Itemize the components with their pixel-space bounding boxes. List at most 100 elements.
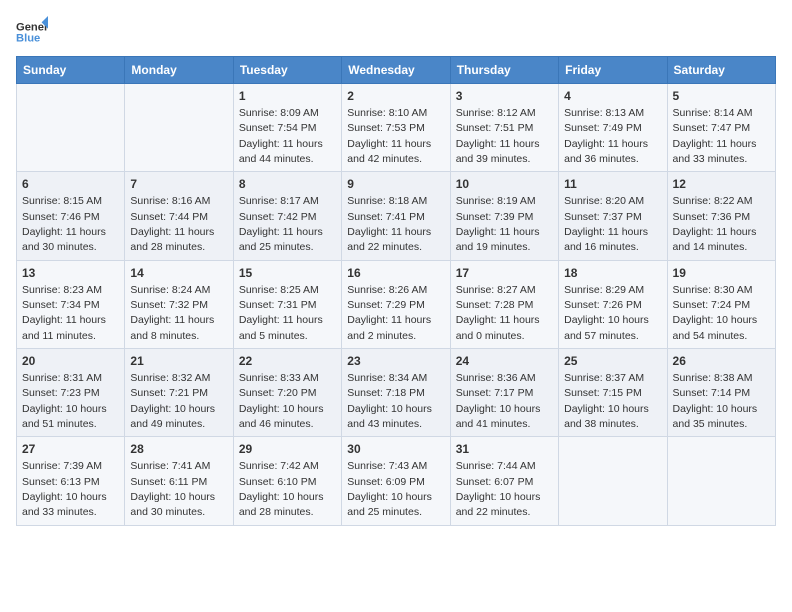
day-info: Sunrise: 8:20 AM Sunset: 7:37 PM Dayligh… [564,195,648,253]
day-number: 15 [239,265,336,282]
day-cell: 16 Sunrise: 8:26 AM Sunset: 7:29 PM Dayli… [342,260,450,348]
day-cell: 17 Sunrise: 8:27 AM Sunset: 7:28 PM Dayli… [450,260,558,348]
day-cell: 25 Sunrise: 8:37 AM Sunset: 7:15 PM Dayli… [559,349,667,437]
day-info: Sunrise: 8:24 AM Sunset: 7:32 PM Dayligh… [130,284,214,342]
day-info: Sunrise: 8:26 AM Sunset: 7:29 PM Dayligh… [347,284,431,342]
day-cell: 20 Sunrise: 8:31 AM Sunset: 7:23 PM Dayli… [17,349,125,437]
day-cell [125,84,233,172]
day-number: 30 [347,441,444,458]
day-number: 21 [130,353,227,370]
column-header-monday: Monday [125,57,233,84]
day-number: 18 [564,265,661,282]
day-cell: 21 Sunrise: 8:32 AM Sunset: 7:21 PM Dayli… [125,349,233,437]
day-cell: 14 Sunrise: 8:24 AM Sunset: 7:32 PM Dayli… [125,260,233,348]
week-row-4: 20 Sunrise: 8:31 AM Sunset: 7:23 PM Dayli… [17,349,776,437]
day-cell: 24Sunrise: 8:36 AM Sunset: 7:17 PM Dayli… [450,349,558,437]
header: General Blue [16,16,776,48]
day-number: 27 [22,441,119,458]
day-cell: 27 Sunrise: 7:39 AM Sunset: 6:13 PM Dayli… [17,437,125,525]
day-cell: 9 Sunrise: 8:18 AM Sunset: 7:41 PM Daylig… [342,172,450,260]
day-cell: 1Sunrise: 8:09 AM Sunset: 7:54 PM Daylig… [233,84,341,172]
day-number: 23 [347,353,444,370]
day-number: 9 [347,176,444,193]
day-cell: 23 Sunrise: 8:34 AM Sunset: 7:18 PM Dayli… [342,349,450,437]
day-info: Sunrise: 8:22 AM Sunset: 7:36 PM Dayligh… [673,195,757,253]
day-number: 20 [22,353,119,370]
day-cell [667,437,775,525]
day-cell: 28 Sunrise: 7:41 AM Sunset: 6:11 PM Dayli… [125,437,233,525]
day-cell: 13 Sunrise: 8:23 AM Sunset: 7:34 PM Dayli… [17,260,125,348]
calendar-table: SundayMondayTuesdayWednesdayThursdayFrid… [16,56,776,526]
column-header-saturday: Saturday [667,57,775,84]
day-cell: 10 Sunrise: 8:19 AM Sunset: 7:39 PM Dayli… [450,172,558,260]
day-info: Sunrise: 8:29 AM Sunset: 7:26 PM Dayligh… [564,284,649,342]
column-header-tuesday: Tuesday [233,57,341,84]
day-number: 4 [564,88,661,105]
day-number: 13 [22,265,119,282]
day-number: 17 [456,265,553,282]
day-cell [559,437,667,525]
logo: General Blue [16,16,52,48]
day-info: Sunrise: 8:23 AM Sunset: 7:34 PM Dayligh… [22,284,106,342]
day-number: 10 [456,176,553,193]
day-info: Sunrise: 8:37 AM Sunset: 7:15 PM Dayligh… [564,372,649,430]
day-info: Sunrise: 8:14 AM Sunset: 7:47 PM Dayligh… [673,107,757,165]
day-number: 26 [673,353,770,370]
day-info: Sunrise: 8:33 AM Sunset: 7:20 PM Dayligh… [239,372,324,430]
day-info: Sunrise: 8:13 AM Sunset: 7:49 PM Dayligh… [564,107,648,165]
day-cell: 12 Sunrise: 8:22 AM Sunset: 7:36 PM Dayli… [667,172,775,260]
day-number: 25 [564,353,661,370]
day-info: Sunrise: 7:42 AM Sunset: 6:10 PM Dayligh… [239,460,324,518]
day-info: Sunrise: 8:18 AM Sunset: 7:41 PM Dayligh… [347,195,431,253]
day-number: 29 [239,441,336,458]
day-info: Sunrise: 7:43 AM Sunset: 6:09 PM Dayligh… [347,460,432,518]
day-info: Sunrise: 8:34 AM Sunset: 7:18 PM Dayligh… [347,372,432,430]
day-cell: 7Sunrise: 8:16 AM Sunset: 7:44 PM Daylig… [125,172,233,260]
day-info: Sunrise: 8:19 AM Sunset: 7:39 PM Dayligh… [456,195,540,253]
day-number: 3 [456,88,553,105]
day-cell: 5 Sunrise: 8:14 AM Sunset: 7:47 PM Daylig… [667,84,775,172]
week-row-1: 1Sunrise: 8:09 AM Sunset: 7:54 PM Daylig… [17,84,776,172]
day-number: 5 [673,88,770,105]
day-info: Sunrise: 8:32 AM Sunset: 7:21 PM Dayligh… [130,372,215,430]
day-info: Sunrise: 8:31 AM Sunset: 7:23 PM Dayligh… [22,372,107,430]
day-number: 16 [347,265,444,282]
day-info: Sunrise: 8:17 AM Sunset: 7:42 PM Dayligh… [239,195,323,253]
day-cell: 26 Sunrise: 8:38 AM Sunset: 7:14 PM Dayli… [667,349,775,437]
day-cell: 2Sunrise: 8:10 AM Sunset: 7:53 PM Daylig… [342,84,450,172]
column-header-friday: Friday [559,57,667,84]
week-row-3: 13 Sunrise: 8:23 AM Sunset: 7:34 PM Dayli… [17,260,776,348]
day-number: 1 [239,88,336,105]
column-header-thursday: Thursday [450,57,558,84]
day-info: Sunrise: 8:30 AM Sunset: 7:24 PM Dayligh… [673,284,758,342]
column-header-wednesday: Wednesday [342,57,450,84]
day-cell: 22Sunrise: 8:33 AM Sunset: 7:20 PM Dayli… [233,349,341,437]
day-info: Sunrise: 8:15 AM Sunset: 7:46 PM Dayligh… [22,195,106,253]
calendar-header-row: SundayMondayTuesdayWednesdayThursdayFrid… [17,57,776,84]
day-cell: 11 Sunrise: 8:20 AM Sunset: 7:37 PM Dayli… [559,172,667,260]
svg-text:Blue: Blue [16,33,40,45]
day-info: Sunrise: 7:44 AM Sunset: 6:07 PM Dayligh… [456,460,541,518]
day-cell: 4 Sunrise: 8:13 AM Sunset: 7:49 PM Daylig… [559,84,667,172]
day-number: 12 [673,176,770,193]
day-number: 28 [130,441,227,458]
day-info: Sunrise: 8:38 AM Sunset: 7:14 PM Dayligh… [673,372,758,430]
week-row-5: 27 Sunrise: 7:39 AM Sunset: 6:13 PM Dayli… [17,437,776,525]
day-number: 14 [130,265,227,282]
day-number: 19 [673,265,770,282]
day-info: Sunrise: 7:41 AM Sunset: 6:11 PM Dayligh… [130,460,215,518]
day-info: Sunrise: 7:39 AM Sunset: 6:13 PM Dayligh… [22,460,107,518]
day-info: Sunrise: 8:36 AM Sunset: 7:17 PM Dayligh… [456,372,541,430]
day-number: 31 [456,441,553,458]
day-info: Sunrise: 8:27 AM Sunset: 7:28 PM Dayligh… [456,284,540,342]
day-number: 7 [130,176,227,193]
day-info: Sunrise: 8:12 AM Sunset: 7:51 PM Dayligh… [456,107,540,165]
day-number: 11 [564,176,661,193]
day-number: 8 [239,176,336,193]
logo-icon: General Blue [16,16,48,48]
day-cell: 30 Sunrise: 7:43 AM Sunset: 6:09 PM Dayli… [342,437,450,525]
day-cell: 8 Sunrise: 8:17 AM Sunset: 7:42 PM Daylig… [233,172,341,260]
day-cell: 31 Sunrise: 7:44 AM Sunset: 6:07 PM Dayli… [450,437,558,525]
day-cell: 19 Sunrise: 8:30 AM Sunset: 7:24 PM Dayli… [667,260,775,348]
day-cell [17,84,125,172]
